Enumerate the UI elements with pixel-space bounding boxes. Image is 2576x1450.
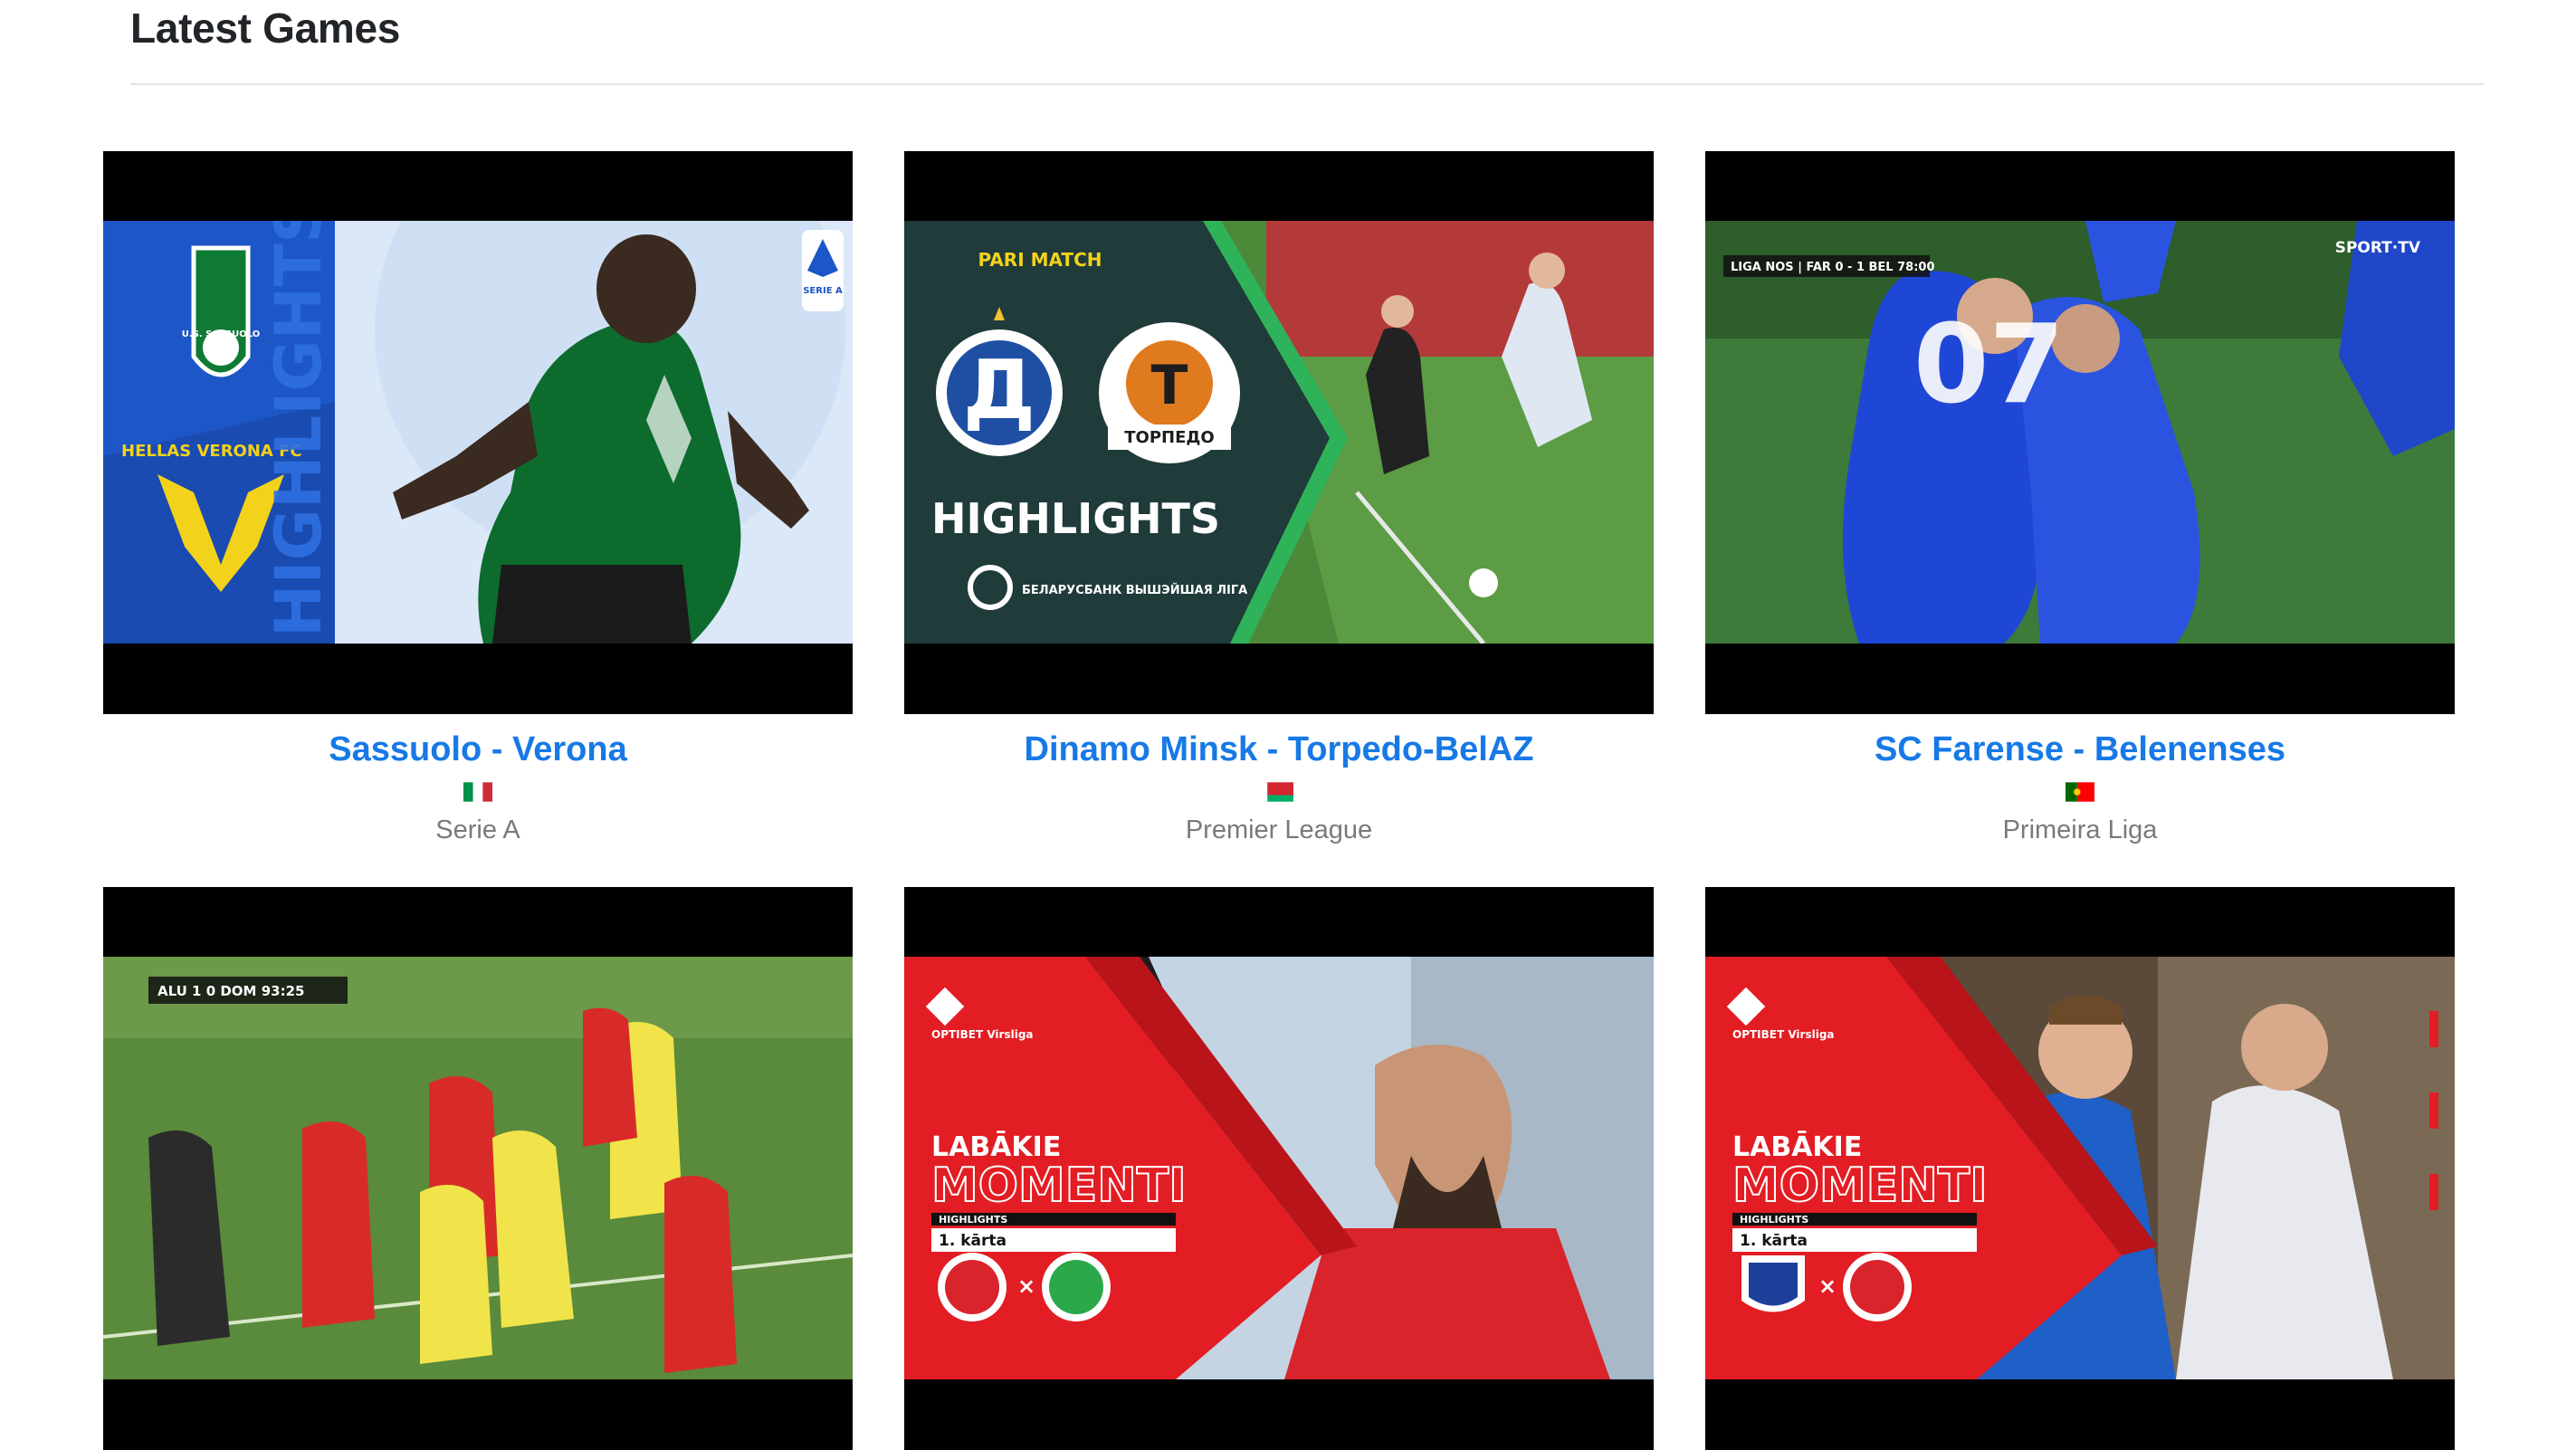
belarus-flag-icon bbox=[1264, 782, 1293, 802]
svg-text:1. kārta: 1. kārta bbox=[939, 1232, 1007, 1250]
thumbnail-image: 07 LIGA NOS | FAR 0 - 1 BEL 78:00 SPORT·… bbox=[1705, 221, 2455, 644]
game-thumbnail[interactable]: 07 LIGA NOS | FAR 0 - 1 BEL 78:00 SPORT·… bbox=[1705, 151, 2455, 714]
svg-text:HIGHLIGHTS: HIGHLIGHTS bbox=[262, 221, 336, 637]
game-title-link[interactable]: SC Farense - Belenenses bbox=[1705, 730, 2455, 769]
thumbnail-image: Д Т ТОРПЕДО PARI MATCH HIGHLIGHTS БЕЛАРУ… bbox=[904, 221, 1654, 644]
game-thumbnail[interactable]: LABĀKIE MOMENTI HIGHLIGHTS 1. kārta × OP… bbox=[904, 887, 1654, 1450]
svg-text:ТОРПЕДО: ТОРПЕДО bbox=[1124, 428, 1214, 447]
game-title-link[interactable]: Dinamo Minsk - Torpedo-BelAZ bbox=[904, 730, 1654, 769]
svg-text:ALU 1 0 DOM 93:25: ALU 1 0 DOM 93:25 bbox=[157, 983, 304, 999]
league-name: Premier League bbox=[1185, 816, 1373, 844]
svg-text:OPTIBET Virsliga: OPTIBET Virsliga bbox=[1732, 1028, 1835, 1041]
svg-text:HIGHLIGHTS: HIGHLIGHTS bbox=[939, 1214, 1007, 1226]
svg-text:OPTIBET Virsliga: OPTIBET Virsliga bbox=[931, 1028, 1034, 1041]
game-card: ALU 1 0 DOM 93:25 bbox=[103, 887, 853, 1450]
game-card: SERIE A HELLAS VERONA FC U.S. SASSUOLO H… bbox=[103, 151, 853, 845]
svg-text:SERIE A: SERIE A bbox=[803, 286, 843, 296]
svg-text:HIGHLIGHTS: HIGHLIGHTS bbox=[931, 494, 1220, 543]
svg-text:БЕЛАРУСБАНК ВЫШЭЙШАЯ ЛІГА: БЕЛАРУСБАНК ВЫШЭЙШАЯ ЛІГА bbox=[1022, 583, 1247, 597]
game-card: Д Т ТОРПЕДО PARI MATCH HIGHLIGHTS БЕЛАРУ… bbox=[904, 151, 1654, 845]
svg-text:Д: Д bbox=[963, 343, 1035, 438]
svg-text:×: × bbox=[1818, 1274, 1837, 1299]
portugal-flag-icon bbox=[2066, 782, 2094, 802]
game-card: 07 LIGA NOS | FAR 0 - 1 BEL 78:00 SPORT·… bbox=[1705, 151, 2455, 845]
game-thumbnail[interactable]: LABĀKIE MOMENTI HIGHLIGHTS 1. kārta × OP… bbox=[1705, 887, 2455, 1450]
svg-text:SPORT·TV: SPORT·TV bbox=[2335, 239, 2421, 257]
league-name: Serie A bbox=[435, 816, 520, 844]
svg-text:PARI MATCH: PARI MATCH bbox=[978, 249, 1102, 271]
thumbnail-image: SERIE A HELLAS VERONA FC U.S. SASSUOLO H… bbox=[103, 221, 853, 644]
thumbnail-image: LABĀKIE MOMENTI HIGHLIGHTS 1. kārta × OP… bbox=[904, 957, 1654, 1379]
thumbnail-image: LABĀKIE MOMENTI HIGHLIGHTS 1. kārta × OP… bbox=[1705, 957, 2455, 1379]
thumbnail-image: ALU 1 0 DOM 93:25 bbox=[103, 957, 853, 1379]
svg-text:LIGA NOS | FAR 0 - 1 BEL 78:00: LIGA NOS | FAR 0 - 1 BEL 78:00 bbox=[1731, 261, 1935, 274]
league-name: Primeira Liga bbox=[2002, 816, 2158, 844]
svg-text:MOMENTI: MOMENTI bbox=[931, 1159, 1187, 1213]
game-thumbnail[interactable]: ALU 1 0 DOM 93:25 bbox=[103, 887, 853, 1450]
game-title-link[interactable]: Sassuolo - Verona bbox=[103, 730, 853, 769]
italy-flag-icon bbox=[463, 782, 492, 802]
game-thumbnail[interactable]: SERIE A HELLAS VERONA FC U.S. SASSUOLO H… bbox=[103, 151, 853, 714]
svg-text:1. kārta: 1. kārta bbox=[1740, 1232, 1808, 1250]
svg-text:×: × bbox=[1017, 1274, 1035, 1299]
svg-text:HIGHLIGHTS: HIGHLIGHTS bbox=[1740, 1214, 1808, 1226]
game-thumbnail[interactable]: Д Т ТОРПЕДО PARI MATCH HIGHLIGHTS БЕЛАРУ… bbox=[904, 151, 1654, 714]
svg-text:U.S. SASSUOLO: U.S. SASSUOLO bbox=[182, 329, 260, 339]
page-title: Latest Games bbox=[130, 5, 401, 52]
svg-text:07: 07 bbox=[1913, 302, 2065, 428]
game-card: LABĀKIE MOMENTI HIGHLIGHTS 1. kārta × OP… bbox=[1705, 887, 2455, 1450]
title-divider bbox=[130, 83, 2484, 85]
svg-text:MOMENTI: MOMENTI bbox=[1732, 1159, 1988, 1213]
game-card: LABĀKIE MOMENTI HIGHLIGHTS 1. kārta × OP… bbox=[904, 887, 1654, 1450]
svg-text:Т: Т bbox=[1151, 354, 1188, 417]
